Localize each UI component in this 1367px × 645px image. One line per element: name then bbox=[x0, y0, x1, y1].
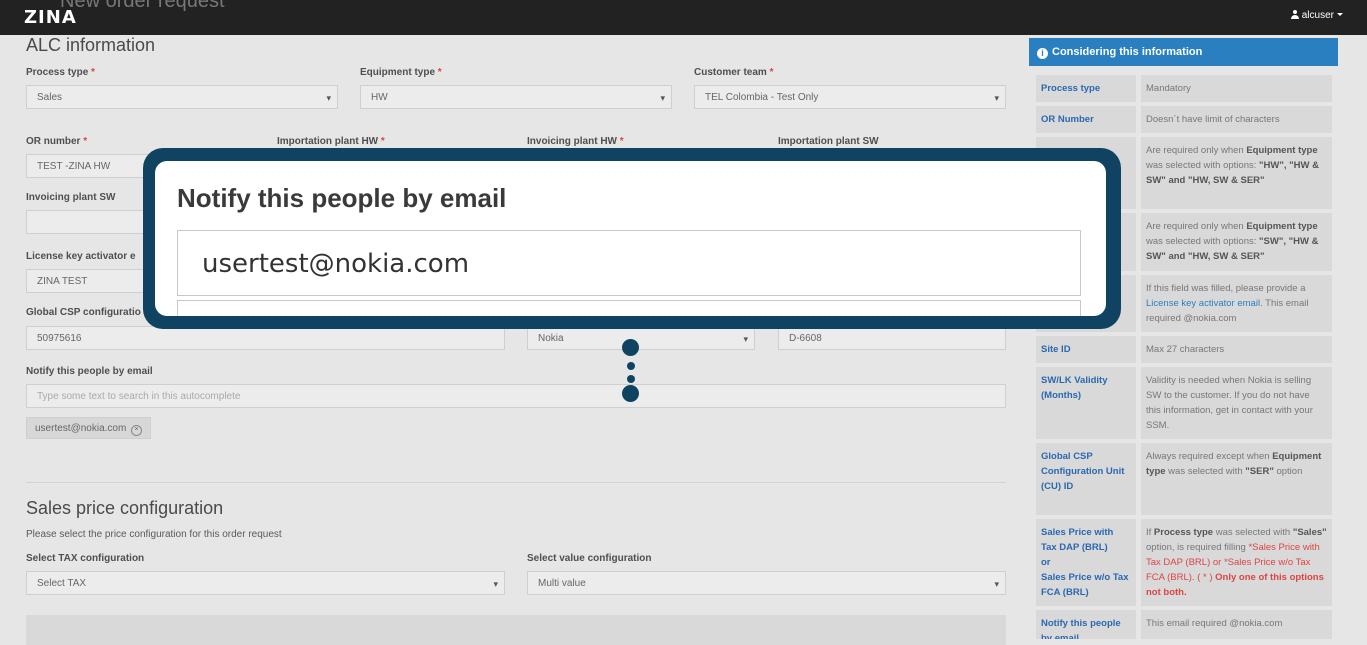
license-key-activator-label: License key activator e bbox=[26, 251, 136, 262]
order-form: ALC information Process type * Sales ▾ Eq… bbox=[0, 35, 1020, 645]
sales-subtitle: Please select the price configuration fo… bbox=[26, 529, 282, 540]
info-panel: i Considering this information Process ty… bbox=[1029, 36, 1338, 639]
vendor-select[interactable]: Nokia ▾ bbox=[527, 326, 755, 350]
info-value: This email required @nokia.com bbox=[1141, 610, 1332, 639]
user-icon bbox=[1290, 10, 1299, 19]
info-value: Validity is needed when Nokia is selling… bbox=[1141, 367, 1332, 439]
info-value: Are required only when Equipment type wa… bbox=[1141, 213, 1332, 271]
chevron-down-icon: ▾ bbox=[994, 579, 999, 589]
equipment-type-select[interactable]: HW ▾ bbox=[360, 85, 672, 109]
page-title: New order request bbox=[60, 0, 225, 12]
notify-autocomplete-input[interactable]: Type some text to search in this autocom… bbox=[26, 384, 1006, 408]
section-divider bbox=[26, 482, 1006, 483]
sales-heading: Sales price configuration bbox=[26, 498, 224, 518]
chevron-down-icon: ▾ bbox=[743, 334, 748, 344]
notify-label: Notify this people by email bbox=[26, 366, 153, 377]
info-key: Notify this people by email bbox=[1036, 610, 1136, 639]
info-value: If Process type was selected with "Sales… bbox=[1141, 519, 1332, 606]
info-key: Sales Price with Tax DAP (BRL) or Sales Pr… bbox=[1036, 519, 1136, 606]
global-csp-input[interactable]: 50975616 bbox=[26, 326, 505, 350]
license-key-link[interactable]: License key activator email bbox=[1146, 298, 1260, 309]
email-chip[interactable]: usertest@nokia.com × bbox=[26, 417, 152, 439]
info-value: Are required only when Equipment type wa… bbox=[1141, 137, 1332, 209]
connector-dot bbox=[622, 339, 639, 356]
info-key: OR Number bbox=[1036, 106, 1136, 133]
user-menu[interactable]: alcuser bbox=[1290, 10, 1343, 21]
chevron-down-icon bbox=[1337, 13, 1343, 16]
connector-dot bbox=[627, 362, 635, 370]
info-key: Global CSP Configuration Unit (CU) ID bbox=[1036, 443, 1136, 515]
customer-team-label: Customer team * bbox=[694, 67, 774, 78]
info-row: SW/LK Validity (Months) Validity is need… bbox=[1036, 367, 1332, 439]
info-key: SW/LK Validity (Months) bbox=[1036, 367, 1136, 439]
value-config-label: Select value configuration bbox=[527, 553, 652, 564]
tax-config-label: Select TAX configuration bbox=[26, 553, 145, 564]
info-value: Max 27 characters bbox=[1141, 336, 1332, 363]
connector-dot bbox=[622, 385, 639, 402]
importation-plant-hw-label: Importation plant HW * bbox=[277, 136, 385, 147]
info-row: Site ID Max 27 characters bbox=[1036, 336, 1332, 363]
info-value: If this field was filled, please provide… bbox=[1141, 275, 1332, 332]
process-type-select[interactable]: Sales ▾ bbox=[26, 85, 338, 109]
info-row: Global CSP Configuration Unit (CU) ID Al… bbox=[1036, 443, 1332, 515]
importation-plant-sw-label: Importation plant SW bbox=[778, 136, 879, 147]
info-value: Doesn´t have limit of characters bbox=[1141, 106, 1332, 133]
zoom-callout: Notify this people by email usertest@nok… bbox=[143, 148, 1121, 329]
chevron-down-icon: ▾ bbox=[493, 579, 498, 589]
site-id-input[interactable]: D-6608 bbox=[778, 326, 1006, 350]
connector-dot bbox=[627, 375, 635, 383]
info-value: Mandatory bbox=[1141, 75, 1332, 102]
invoicing-plant-hw-label: Invoicing plant HW * bbox=[527, 136, 624, 147]
info-key: Site ID bbox=[1036, 336, 1136, 363]
bottom-panel bbox=[26, 615, 1006, 645]
callout-email-field[interactable]: usertest@nokia.com bbox=[177, 230, 1081, 296]
or-number-label: OR number * bbox=[26, 136, 88, 147]
process-type-label: Process type * bbox=[26, 67, 95, 78]
info-row: OR Number Doesn´t have limit of characte… bbox=[1036, 106, 1332, 133]
equipment-type-label: Equipment type * bbox=[360, 67, 442, 78]
info-icon: i bbox=[1037, 48, 1048, 59]
zoom-callout-content: Notify this people by email usertest@nok… bbox=[155, 161, 1106, 316]
info-key: Process type bbox=[1036, 75, 1136, 102]
alc-heading: ALC information bbox=[26, 35, 156, 55]
zina-logo[interactable]: ZINA bbox=[24, 7, 77, 28]
callout-title: Notify this people by email bbox=[177, 183, 507, 213]
chevron-down-icon: ▾ bbox=[660, 93, 665, 103]
info-row: Sales Price with Tax DAP (BRL) or Sales Pr… bbox=[1036, 519, 1332, 606]
top-navbar: New order request ZINA alcuser bbox=[0, 0, 1367, 35]
close-icon[interactable]: × bbox=[131, 425, 143, 436]
info-value: Always required except when Equipment ty… bbox=[1141, 443, 1332, 515]
info-row: Notify this people by email This email r… bbox=[1036, 610, 1332, 639]
customer-team-select[interactable]: TEL Colombia - Test Only ▾ bbox=[694, 85, 1006, 109]
callout-autocomplete-field[interactable] bbox=[177, 300, 1081, 316]
chevron-down-icon: ▾ bbox=[326, 93, 331, 103]
value-config-select[interactable]: Multi value ▾ bbox=[527, 571, 1006, 595]
invoicing-plant-sw-label: Invoicing plant SW bbox=[26, 192, 116, 203]
global-csp-label: Global CSP configuratio bbox=[26, 307, 141, 318]
tax-config-select[interactable]: Select TAX ▾ bbox=[26, 571, 505, 595]
info-row: Process type Mandatory bbox=[1036, 75, 1332, 102]
chevron-down-icon: ▾ bbox=[994, 93, 999, 103]
info-panel-header: i Considering this information bbox=[1029, 38, 1338, 66]
username: alcuser bbox=[1301, 10, 1334, 21]
